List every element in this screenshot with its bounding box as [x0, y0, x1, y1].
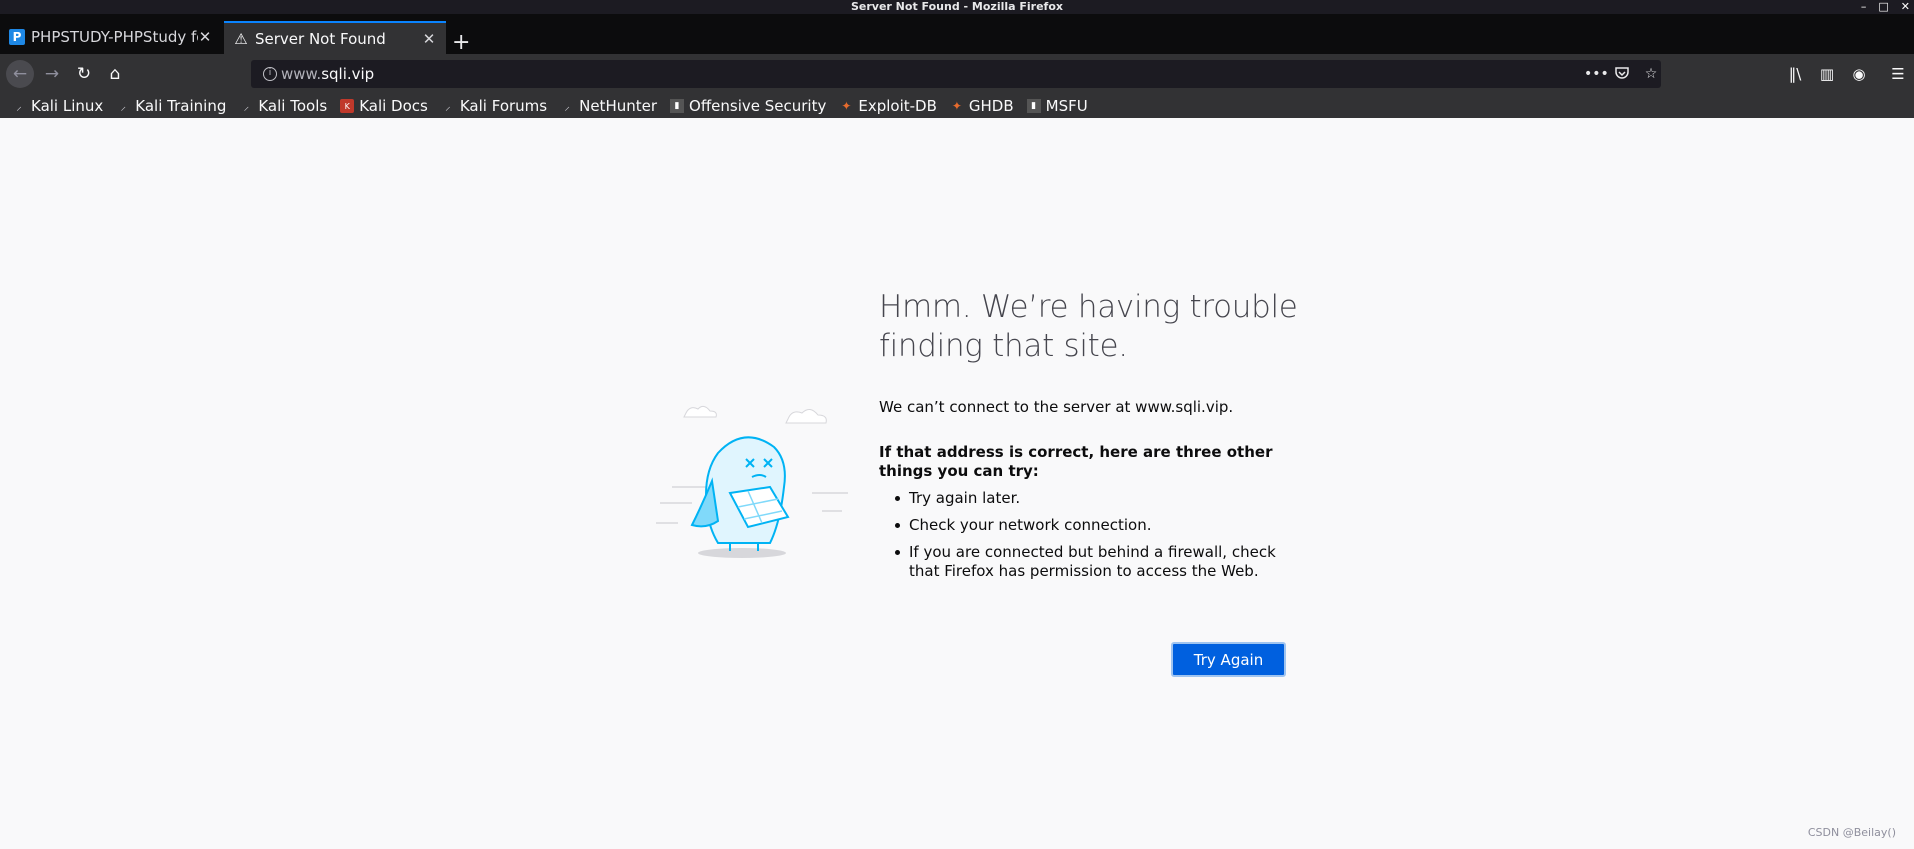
try-again-button[interactable]: Try Again [1171, 642, 1286, 677]
kali-dragon-icon: ⸝ [120, 99, 127, 113]
tab-title: PHPSTUDY-PHPStudy fo [31, 28, 198, 46]
error-content: Hmm. We’re having trouble finding that s… [879, 288, 1299, 589]
lost-creature-illustration [652, 393, 852, 568]
tab-server-not-found[interactable]: ⚠ Server Not Found ✕ [224, 21, 446, 54]
page-actions-icon[interactable]: ••• [1584, 65, 1609, 83]
bookmark-offensive-security[interactable]: ▮ Offensive Security [670, 97, 826, 115]
suggestion-item: Try again later. [879, 489, 1299, 508]
msfu-icon: ▮ [1026, 99, 1041, 113]
bookmark-label: Kali Forums [459, 97, 548, 115]
sidebar-icon[interactable]: ▥ [1817, 64, 1837, 84]
tab-strip: P PHPSTUDY-PHPStudy fo ✕ ⚠ Server Not Fo… [0, 14, 1914, 54]
suggestion-item: If you are connected but behind a firewa… [879, 543, 1299, 581]
bookmark-label: Kali Training [135, 97, 227, 115]
kali-docs-icon: K [340, 99, 355, 113]
phpstudy-favicon-icon: P [9, 29, 25, 45]
forward-arrow-icon[interactable]: → [40, 62, 64, 86]
minimize-button[interactable]: – [1861, 0, 1867, 14]
ghdb-icon: ✦ [951, 99, 962, 113]
library-icon[interactable]: ‖\ [1785, 64, 1805, 84]
maximize-button[interactable]: □ [1878, 0, 1888, 14]
bookmark-ghdb[interactable]: ✦ GHDB [950, 97, 1014, 115]
account-icon[interactable]: ◉ [1849, 64, 1869, 84]
bookmark-nethunter[interactable]: ⸝ NetHunter [560, 97, 657, 115]
bookmark-kali-tools[interactable]: ⸝ Kali Tools [239, 97, 328, 115]
bookmark-label: Kali Linux [31, 97, 104, 115]
nethunter-icon: ⸝ [564, 99, 570, 113]
warning-icon: ⚠ [234, 29, 248, 48]
bookmarks-toolbar: ⸝ Kali Linux ⸝ Kali Training ⸝ Kali Tools K Kal… [0, 94, 1914, 118]
error-description: We can’t connect to the server at www.sq… [879, 398, 1234, 416]
tab-phpstudy[interactable]: P PHPSTUDY-PHPStudy fo ✕ [0, 22, 222, 52]
new-tab-button[interactable]: + [452, 32, 470, 54]
pocket-icon[interactable] [1613, 65, 1631, 83]
kali-dragon-icon: ⸝ [16, 99, 22, 113]
url-bar[interactable]: i www.sqli.vip ••• ☆ [251, 60, 1661, 88]
error-page: Hmm. We’re having trouble finding that s… [0, 118, 1914, 849]
bookmark-label: NetHunter [579, 97, 658, 115]
kali-dragon-icon: ⸝ [445, 99, 451, 113]
suggestions-heading: If that address is correct, here are thr… [879, 443, 1273, 480]
offsec-icon: ▮ [670, 99, 685, 113]
exploitdb-icon: ✦ [841, 99, 852, 113]
url-domain: sqli.vip [321, 65, 375, 83]
tab-title: Server Not Found [255, 29, 386, 48]
bookmark-star-icon[interactable]: ☆ [1642, 65, 1660, 83]
hamburger-menu-icon[interactable]: ☰ [1888, 64, 1908, 84]
suggestion-item: Check your network connection. [879, 516, 1299, 535]
bookmark-label: Kali Docs [359, 97, 428, 115]
bookmark-kali-forums[interactable]: ⸝ Kali Forums [441, 97, 547, 115]
home-icon[interactable]: ⌂ [103, 62, 127, 86]
site-info-icon[interactable]: i [263, 67, 277, 81]
reload-icon[interactable]: ↻ [72, 62, 96, 86]
window-controls: – □ ✕ [1861, 0, 1910, 14]
url-text[interactable]: www.sqli.vip [281, 60, 374, 88]
bookmark-label: Exploit-DB [858, 97, 937, 115]
bookmark-msfu[interactable]: ▮ MSFU [1026, 97, 1088, 115]
window-close-button[interactable]: ✕ [1901, 0, 1910, 14]
url-prefix: www. [281, 65, 322, 83]
bookmark-label: GHDB [968, 97, 1014, 115]
bookmark-kali-docs[interactable]: K Kali Docs [340, 97, 428, 115]
bookmark-kali-linux[interactable]: ⸝ Kali Linux [12, 97, 103, 115]
bookmark-label: MSFU [1045, 97, 1088, 115]
navigation-toolbar: ← → ↻ ⌂ i www.sqli.vip ••• ☆ ‖\ ▥ ◉ ☰ [0, 54, 1914, 94]
window-title: Server Not Found - Mozilla Firefox [0, 0, 1914, 14]
error-title: Hmm. We’re having trouble finding that s… [879, 289, 1298, 364]
bookmark-kali-training[interactable]: ⸝ Kali Training [116, 97, 227, 115]
bookmark-label: Offensive Security [689, 97, 827, 115]
tab-close-icon[interactable]: ✕ [198, 28, 212, 46]
tab-close-icon[interactable]: ✕ [422, 30, 436, 48]
bookmark-exploit-db[interactable]: ✦ Exploit-DB [839, 97, 937, 115]
kali-dragon-icon: ⸝ [243, 99, 250, 113]
watermark: CSDN @Beilay() [1807, 826, 1896, 839]
suggestions-list: Try again later. Check your network conn… [879, 489, 1299, 581]
back-arrow-icon[interactable]: ← [6, 60, 34, 88]
bookmark-label: Kali Tools [258, 97, 328, 115]
